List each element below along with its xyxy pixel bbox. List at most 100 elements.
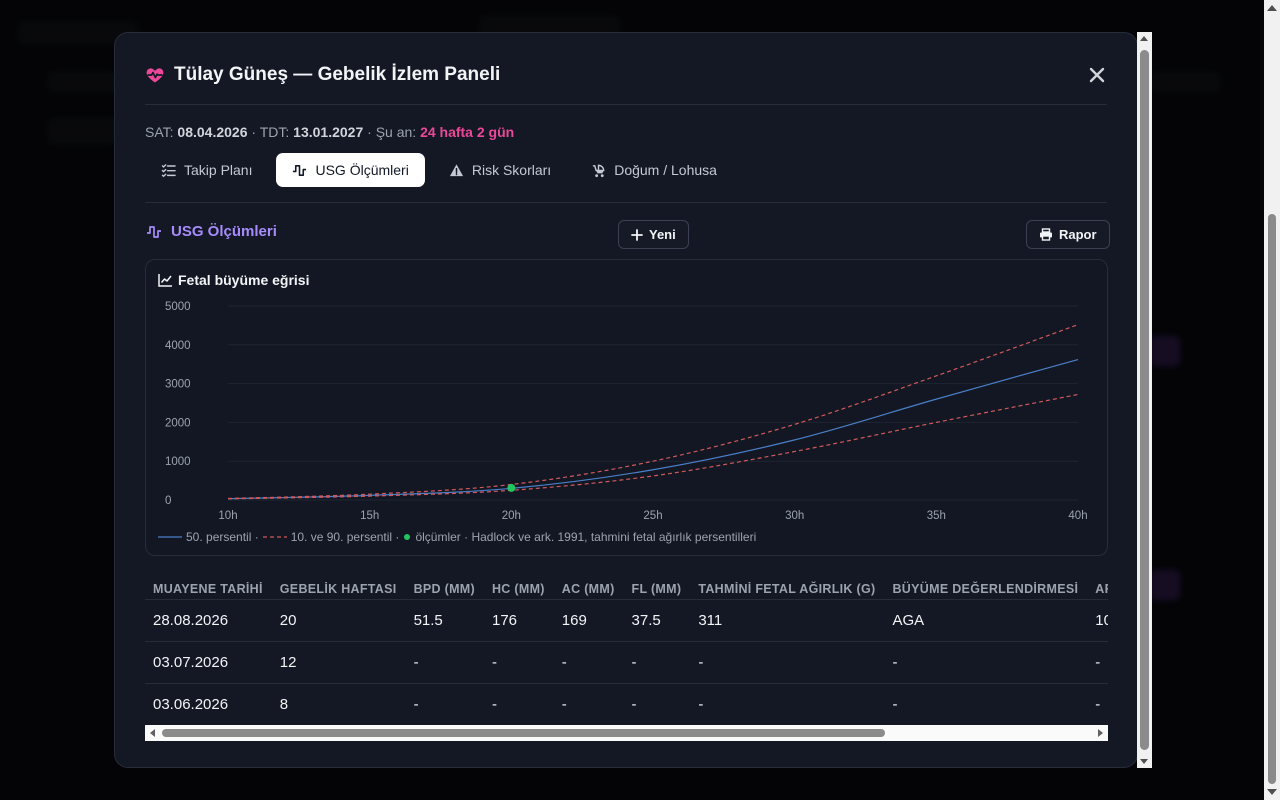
legend-points-label: ölçümler · Hadlock ve ark. 1991, tahmini… [415,530,757,544]
table-cell: - [483,682,554,725]
modal-scrollbar[interactable] [1137,32,1152,768]
table-cell: - [690,640,885,683]
plus-icon [631,228,643,241]
chart-legend: 50. persentil · 10. ve 90. persentil · ö… [158,530,756,544]
modal-scroll-thumb[interactable] [1140,50,1149,750]
section-title: USG Ölçümleri [145,223,277,240]
x-tick-label: 25h [643,510,662,522]
tab-usg-olcumleri[interactable]: USG Ölçümleri [276,153,425,187]
legend-median-swatch [158,536,182,538]
sat-label: SAT: [145,124,174,140]
table-cell: 12 [271,640,406,683]
scroll-left-arrow-icon[interactable] [150,729,155,737]
column-header: AFI (CM) [1095,581,1108,596]
column-header: FL (MM) [631,581,682,596]
usg-table-container[interactable]: MUAYENE TARİHİ GEBELİK HAFTASI BPD (MM) HC … [145,573,1108,735]
x-tick-label: 35h [927,510,946,522]
table-cell: 37.5 [623,598,691,641]
tab-risk-skorlari[interactable]: Risk Skorları [433,153,567,187]
table-cell: 03.06.2026 [145,682,272,725]
page-scrollbar[interactable] [1264,0,1280,800]
percentile-line [227,324,1079,500]
table-cell: - [1087,682,1108,725]
gestational-age-value: 24 hafta 2 gün [420,124,515,140]
x-tick-label: 20h [502,510,521,522]
legend-percentile-swatch [262,536,287,538]
table-horizontal-scrollbar[interactable] [145,725,1108,741]
modal-header: Tülay Güneş — Gebelik İzlem Paneli [145,61,1107,105]
tab-label: USG Ölçümleri [315,162,409,178]
column-header: BPD (MM) [413,581,475,596]
tab-takip-plani[interactable]: Takip Planı [145,153,268,187]
new-measurement-button[interactable]: Yeni [618,220,689,249]
median-line [227,358,1079,500]
waveform-icon [147,225,161,238]
table-cell: - [623,640,691,683]
percentile-line [227,393,1079,500]
tab-dogum-lohusa[interactable]: Doğum / Lohusa [575,153,733,187]
tab-label: Risk Skorları [471,162,552,178]
usg-table: MUAYENE TARİHİ GEBELİK HAFTASI BPD (MM) HC … [145,573,1108,725]
table-cell: - [483,640,554,683]
modal-scroll-up-icon[interactable] [1140,36,1148,41]
horizontal-scroll-thumb[interactable] [162,729,885,737]
heart-pulse-icon [146,68,164,83]
scroll-right-arrow-icon[interactable] [1098,729,1103,737]
table-cell: AGA [884,598,1088,641]
table-cell: 51.5 [405,598,484,641]
column-header: MUAYENE TARİHİ [153,581,263,596]
y-tick-label: 4000 [165,340,191,352]
modal-title: Tülay Güneş — Gebelik İzlem Paneli [174,64,501,85]
x-tick-label: 15h [360,510,379,522]
separator: · [251,124,257,140]
table-header-row: MUAYENE TARİHİ GEBELİK HAFTASI BPD (MM) HC … [145,573,1108,599]
column-header: GEBELİK HAFTASI [279,581,397,596]
table-cell: - [1087,640,1108,683]
close-icon[interactable] [1087,65,1107,85]
legend-percentile-label: 10. ve 90. persentil · [290,530,400,544]
waveform-icon [293,164,307,176]
table-cell: 20 [271,598,406,641]
sat-value: 08.04.2026 [177,124,248,140]
x-tick-label: 30h [785,510,804,522]
now-label: Şu an: [375,124,417,140]
tab-bar: Takip Planı USG Ölçümleri Risk Skorları … [145,153,1107,203]
pregnancy-panel-modal: Tülay Güneş — Gebelik İzlem Paneli SAT: … [114,32,1138,768]
report-button[interactable]: Rapor [1026,220,1110,249]
page-scroll-thumb[interactable] [1268,214,1276,784]
table-body: 28.08.20262051.517616937.5311AGA10.803.0… [145,598,1108,725]
table-cell: - [884,682,1088,725]
table-cell: 8 [271,682,406,725]
table-cell: 10.8 [1087,598,1108,641]
y-tick-label: 5000 [165,301,191,313]
y-tick-label: 1000 [165,456,191,468]
pregnancy-dates: SAT: 08.04.2026 · TDT: 13.01.2027 · Şu a… [145,124,514,140]
table-cell: - [405,640,484,683]
measurement-point [507,483,516,492]
table-row[interactable]: 03.07.2026 12- - - - - - - [145,640,1108,683]
list-check-icon [161,163,176,177]
table-row[interactable]: 28.08.20262051.517616937.5311AGA10.8 [145,598,1108,641]
y-tick-label: 2000 [165,417,191,429]
table-cell: - [405,682,484,725]
x-tick-label: 10h [218,510,237,522]
x-tick-label: 40h [1068,510,1087,522]
warning-icon [449,163,463,176]
tab-label: Doğum / Lohusa [614,162,717,178]
new-button-label: Yeni [649,227,676,242]
tdt-value: 13.01.2027 [293,124,364,140]
tab-label: Takip Planı [184,162,253,178]
chart-plot: 0 1000 2000 3000 4000 5000 10h 15h 20h 25h 30h 35h 4… [165,301,1088,522]
legend-point-swatch [404,534,411,540]
table-cell: 28.08.2026 [145,598,272,641]
table-cell: 169 [553,598,624,641]
table-row[interactable]: 03.06.2026 8- - - - - - - [145,682,1108,725]
scroll-up-arrow-icon[interactable] [1267,5,1277,11]
table-cell: - [553,682,624,725]
y-tick-label: 3000 [165,379,191,391]
table-cell: - [690,682,885,725]
scroll-down-arrow-icon[interactable] [1267,789,1277,795]
modal-scroll-down-icon[interactable] [1140,759,1148,764]
table-cell: - [553,640,624,683]
column-header: AC (MM) [561,581,615,596]
